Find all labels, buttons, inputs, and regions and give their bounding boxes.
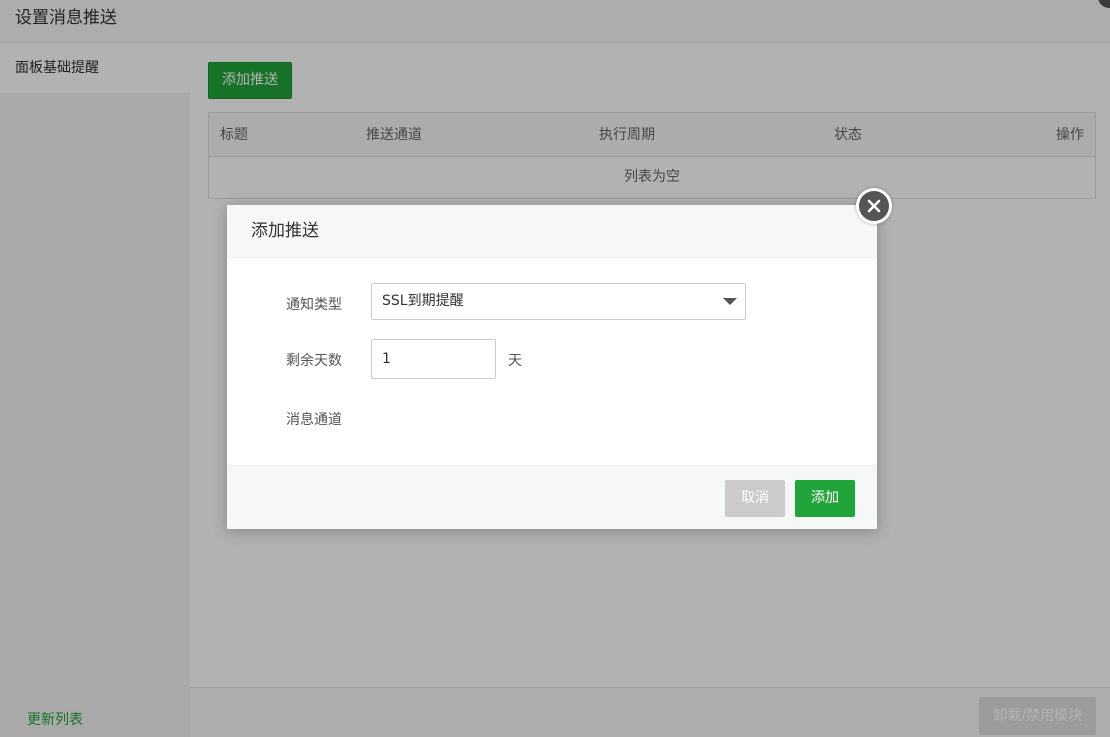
remaining-days-label: 剩余天数 (286, 353, 342, 369)
days-unit: 天 (508, 353, 522, 369)
notify-type-select[interactable]: SSL到期提醒 (371, 283, 746, 320)
add-button[interactable]: 添加 (795, 480, 855, 517)
notify-type-value: SSL到期提醒 (382, 293, 464, 309)
add-push-dialog: 添加推送 通知类型 SSL到期提醒 剩余天数 天 消息通道 取消 添加 (227, 188, 892, 529)
dialog-footer: 取消 添加 (227, 465, 877, 529)
dialog-title: 添加推送 (227, 205, 877, 258)
close-x-glyph (867, 199, 881, 213)
message-channel-label: 消息通道 (286, 412, 342, 428)
chevron-down-icon (723, 298, 737, 305)
notify-type-label: 通知类型 (286, 297, 342, 313)
remaining-days-input[interactable] (371, 339, 496, 379)
cancel-button[interactable]: 取消 (725, 480, 785, 517)
close-icon[interactable] (856, 188, 892, 224)
